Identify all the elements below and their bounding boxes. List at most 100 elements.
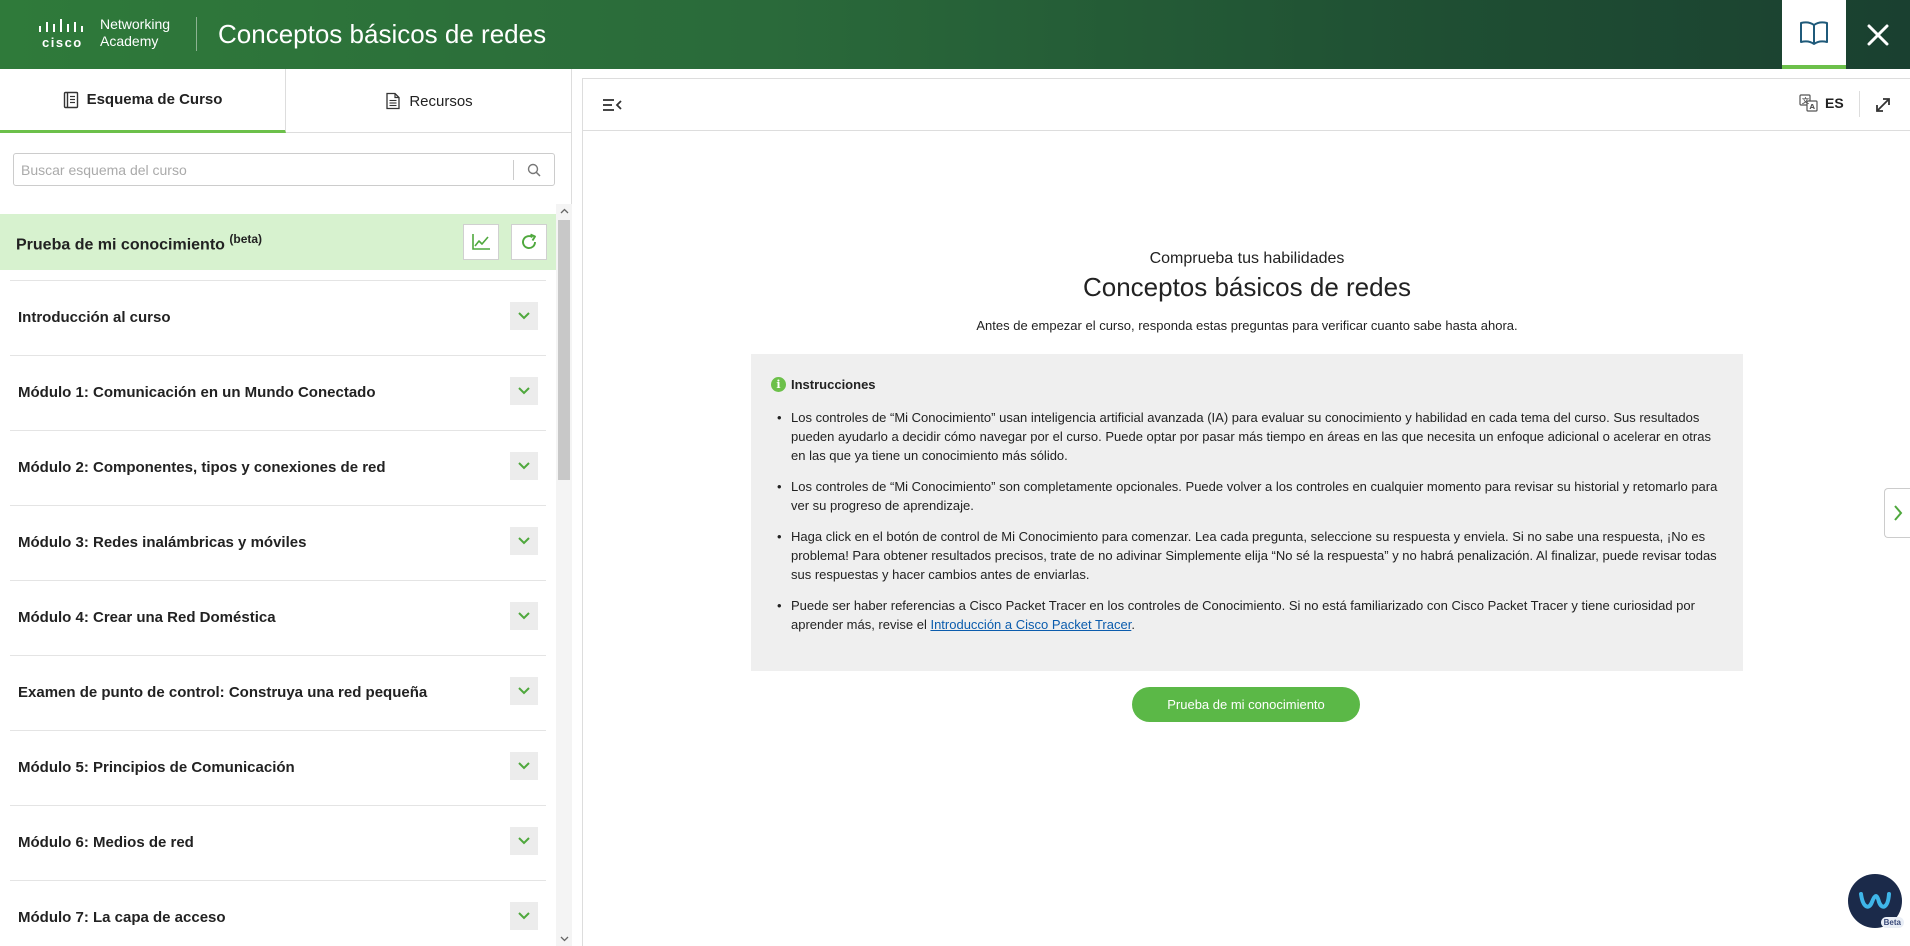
content-toolbar: 文 A ES <box>583 79 1910 131</box>
outline-scrollbar[interactable] <box>556 204 572 946</box>
logo-line1: Networking <box>100 16 171 32</box>
outline-item-label: Examen de punto de control: Construya un… <box>18 684 428 701</box>
svg-text:A: A <box>1810 103 1816 111</box>
chevron-down-icon <box>560 936 568 942</box>
chevron-down-icon <box>518 762 530 770</box>
tab-course-outline-label: Esquema de Curso <box>86 91 223 108</box>
outline-item-label: Módulo 7: La capa de acceso <box>18 909 226 926</box>
search-input[interactable] <box>14 154 513 185</box>
toolbar-separator <box>1859 91 1860 117</box>
outline-item-label: Módulo 1: Comunicación en un Mundo Conec… <box>18 384 376 401</box>
knowledge-retake-button[interactable] <box>511 224 547 260</box>
collapse-menu-icon <box>603 99 622 111</box>
webex-icon <box>1859 892 1891 909</box>
open-book-icon <box>1800 20 1828 45</box>
instruction-item: Puede ser haber referencias a Cisco Pack… <box>771 596 1723 634</box>
chevron-down-icon <box>518 462 530 470</box>
outline-item[interactable]: Módulo 1: Comunicación en un Mundo Conec… <box>10 355 546 430</box>
expand-button[interactable] <box>510 677 538 705</box>
chevron-up-icon <box>560 208 568 214</box>
expand-button[interactable] <box>510 302 538 330</box>
search-icon <box>527 163 541 177</box>
knowledge-check-label: Prueba de mi conocimiento (beta) <box>16 232 262 254</box>
chevron-down-icon <box>518 912 530 920</box>
cisco-networking-academy-logo[interactable]: cisco Networking Academy <box>36 16 186 52</box>
cisco-bars-icon <box>39 19 83 32</box>
logo-line2: Academy <box>100 33 159 49</box>
knowledge-check-row[interactable]: Prueba de mi conocimiento (beta) <box>0 214 556 270</box>
outline-item[interactable]: Módulo 5: Principios de Comunicación <box>10 730 546 805</box>
intro-lead: Antes de empezar el curso, responda esta… <box>976 318 1518 333</box>
info-icon: i <box>771 377 786 392</box>
instruction-item: Los controles de “Mi Conocimiento” son c… <box>771 477 1723 515</box>
expand-button[interactable] <box>510 527 538 555</box>
search-button[interactable] <box>514 154 554 185</box>
app-header: cisco Networking Academy Conceptos básic… <box>0 0 1910 69</box>
scroll-down-arrow[interactable] <box>556 932 572 946</box>
instructions-panel: i Instrucciones Los controles de “Mi Con… <box>751 354 1743 671</box>
tab-resources-label: Recursos <box>409 92 473 110</box>
expand-button[interactable] <box>510 827 538 855</box>
collapse-sidebar-button[interactable] <box>601 95 623 115</box>
course-outline-button[interactable] <box>1782 0 1846 69</box>
line-chart-icon <box>472 234 490 250</box>
chevron-down-icon <box>518 612 530 620</box>
outline-item[interactable]: Módulo 7: La capa de acceso <box>10 880 546 946</box>
expand-button[interactable] <box>510 752 538 780</box>
outline-item[interactable]: Módulo 6: Medios de red <box>10 805 546 880</box>
language-selector[interactable]: 文 A ES <box>1799 94 1844 112</box>
header-divider <box>196 17 197 51</box>
outline-item-label: Módulo 4: Crear una Red Doméstica <box>18 609 276 626</box>
outline-search <box>13 153 555 186</box>
instruction-text: Puede ser haber referencias a Cisco Pack… <box>791 598 1695 632</box>
scroll-up-arrow[interactable] <box>556 204 572 218</box>
packet-tracer-link[interactable]: Introducción a Cisco Packet Tracer <box>930 617 1131 632</box>
content-panel: 文 A ES Comprueba tus habilidades Concept… <box>582 78 1910 946</box>
outline-item[interactable]: Módulo 4: Crear una Red Doméstica <box>10 580 546 655</box>
tab-resources[interactable]: Recursos <box>286 69 572 133</box>
chevron-right-icon <box>1893 505 1902 521</box>
expand-button[interactable] <box>510 452 538 480</box>
outline-item[interactable]: Introducción al curso <box>10 280 546 355</box>
instruction-suffix: . <box>1131 617 1135 632</box>
logo-text: Networking Academy <box>100 16 170 50</box>
refresh-icon <box>522 233 536 249</box>
scroll-thumb[interactable] <box>558 220 570 480</box>
outline-items: Introducción al curso Módulo 1: Comunica… <box>0 280 556 946</box>
course-outline-list: Prueba de mi conocimiento (beta) Introdu… <box>0 204 556 946</box>
outline-item-label: Introducción al curso <box>18 309 171 326</box>
outline-icon <box>63 91 78 108</box>
instructions-heading-label: Instrucciones <box>791 377 876 392</box>
expand-button[interactable] <box>510 377 538 405</box>
beta-badge: (beta) <box>229 232 263 246</box>
outline-item-label: Módulo 3: Redes inalámbricas y móviles <box>18 534 307 551</box>
outline-item-label: Módulo 5: Principios de Comunicación <box>18 759 295 776</box>
chevron-down-icon <box>518 312 530 320</box>
chevron-down-icon <box>518 387 530 395</box>
instructions-heading: i Instrucciones <box>771 377 1723 392</box>
language-label: ES <box>1825 95 1844 111</box>
course-sidebar: Esquema de Curso Recursos Prueba de mi c… <box>0 69 572 946</box>
expand-icon <box>1876 98 1890 112</box>
tab-course-outline[interactable]: Esquema de Curso <box>0 69 286 133</box>
fullscreen-button[interactable] <box>1873 95 1893 115</box>
intro-title: Conceptos básicos de redes <box>1082 272 1412 302</box>
outline-item[interactable]: Módulo 2: Componentes, tipos y conexione… <box>10 430 546 505</box>
webex-assistant-button[interactable]: Beta <box>1848 874 1904 928</box>
instruction-item: Los controles de “Mi Conocimiento” usan … <box>771 408 1723 465</box>
close-button[interactable] <box>1846 0 1910 69</box>
expand-button[interactable] <box>510 602 538 630</box>
chevron-down-icon <box>518 687 530 695</box>
webex-beta-badge: Beta <box>1880 917 1904 928</box>
intro-subtitle: Comprueba tus habilidades <box>1149 250 1345 267</box>
knowledge-history-button[interactable] <box>463 224 499 260</box>
start-knowledge-check-button[interactable]: Prueba de mi conocimiento <box>1132 687 1360 722</box>
next-page-button[interactable] <box>1884 488 1910 538</box>
course-title: Conceptos básicos de redes <box>218 19 547 49</box>
chevron-down-icon <box>518 837 530 845</box>
expand-button[interactable] <box>510 902 538 930</box>
outline-item-label: Módulo 2: Componentes, tipos y conexione… <box>18 459 386 476</box>
outline-item[interactable]: Módulo 3: Redes inalámbricas y móviles <box>10 505 546 580</box>
logo-brand: cisco <box>42 35 83 50</box>
outline-item[interactable]: Examen de punto de control: Construya un… <box>10 655 546 730</box>
